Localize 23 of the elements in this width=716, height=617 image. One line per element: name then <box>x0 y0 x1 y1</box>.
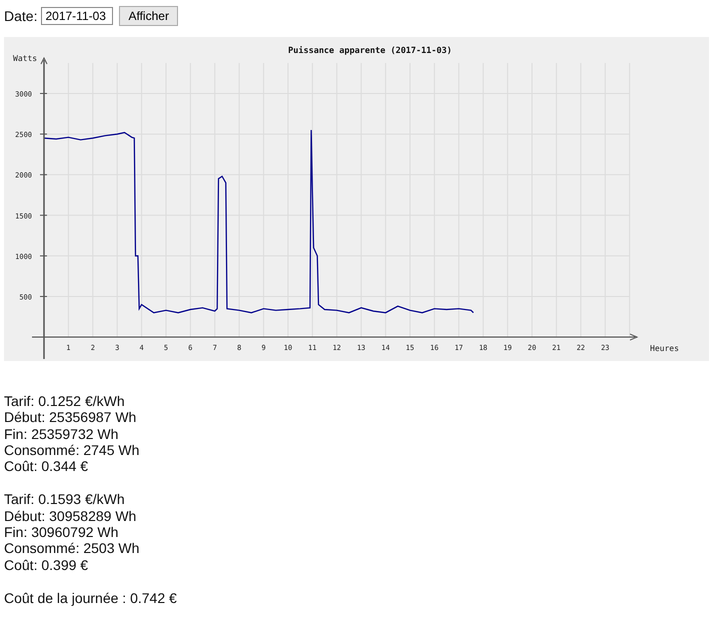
info-text: Coût: 0.344 € <box>4 458 90 474</box>
chart-title: Puissance apparente (2017-11-03) <box>288 46 452 56</box>
info-text: Fin: 25359732 Wh <box>4 426 120 442</box>
y-axis-label: Watts <box>13 54 38 63</box>
tick-mark <box>40 214 48 216</box>
info-text: Tarif: 0.1252 €/kWh <box>4 393 126 410</box>
tick-mark <box>40 174 48 176</box>
date-field[interactable]: 2017-11-03 <box>41 7 114 25</box>
tick-mark <box>40 134 48 135</box>
info-text: Début: 25356987 Wh <box>4 409 138 426</box>
info-text: Début: 30958289 Wh <box>4 508 138 524</box>
daily-cost-text: Coût de la journée : 0.742 € <box>4 590 178 606</box>
x-axis-label: Heures <box>650 344 679 353</box>
date-label: Date: <box>4 8 38 24</box>
info-text: Consommé: 2503 Wh <box>4 540 140 557</box>
info-text: Consommé: 2745 Wh <box>4 442 140 458</box>
tick-mark <box>40 296 48 297</box>
info-text: Coût: 0.399 € <box>4 556 90 573</box>
info-text: Tarif: 0.1593 €/kWh <box>4 491 126 508</box>
show-button[interactable]: Afficher <box>119 6 178 26</box>
tick-mark <box>40 255 48 256</box>
info-text: Fin: 30960792 Wh <box>4 524 120 540</box>
tick-mark <box>40 92 48 94</box>
